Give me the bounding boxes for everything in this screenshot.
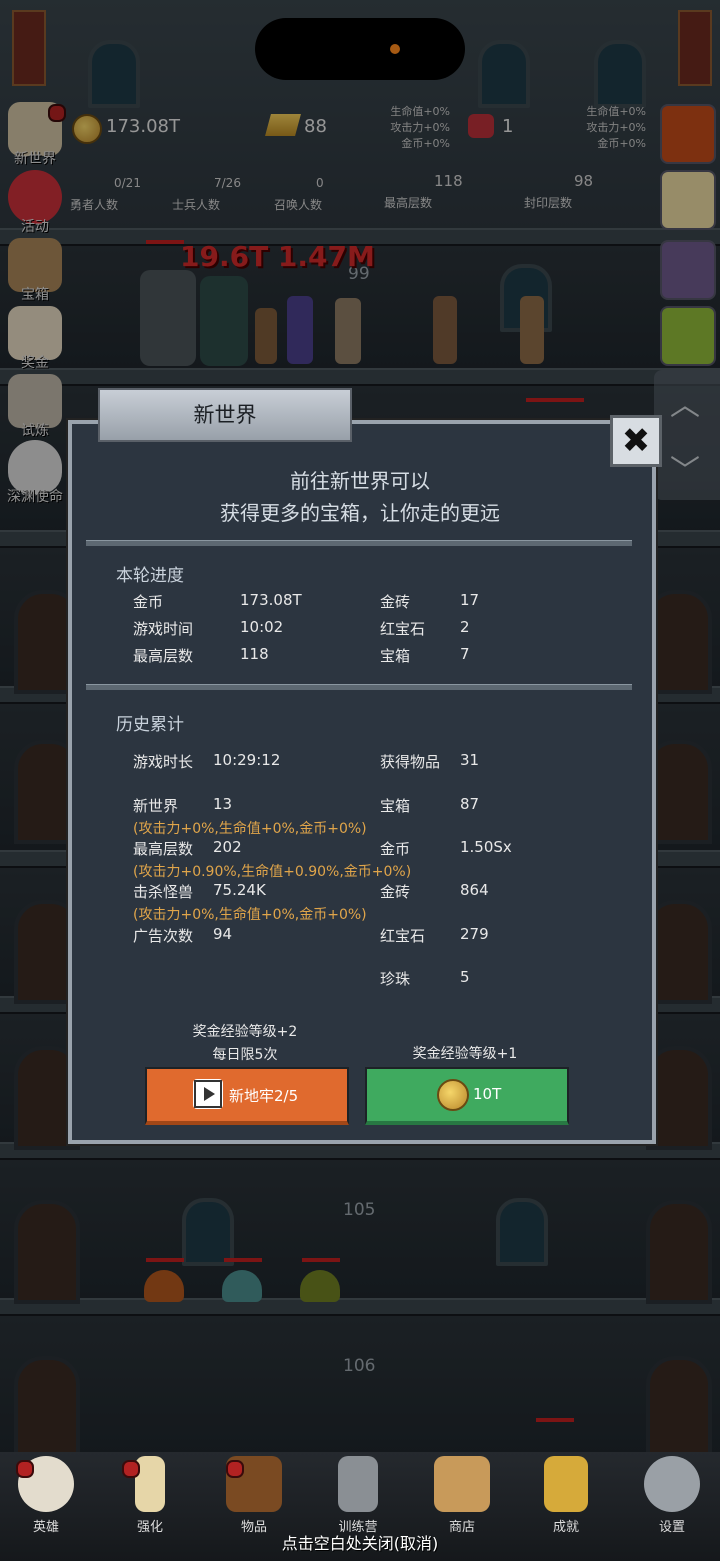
gear-icon [644, 1456, 700, 1512]
left-button-note-1: 奖金经验等级+2 [192, 1024, 298, 1040]
history-maxfloor-label: 最高层数 [133, 840, 194, 858]
beer-mug-icon [434, 1456, 490, 1512]
history-items-label: 获得物品 [380, 753, 441, 771]
current-chest-value: 7 [460, 645, 470, 663]
history-playtime-value: 10:29:12 [213, 751, 281, 769]
lantern-icon [338, 1456, 378, 1512]
history-pearl-value: 5 [460, 968, 470, 986]
current-gold-label: 金币 [133, 593, 164, 611]
new-dungeon-label: 新地牢2/5 [229, 1087, 299, 1105]
intro-line-2: 获得更多的宝箱，让你走的更远 [220, 501, 500, 525]
dialog-title: 新世界 [98, 388, 352, 442]
history-ads-value: 94 [213, 925, 233, 943]
current-floor-label: 最高层数 [133, 647, 194, 665]
history-chest-label: 宝箱 [380, 797, 411, 815]
history-brick-value: 864 [460, 881, 489, 899]
intro-line-1: 前往新世界可以 [290, 469, 430, 493]
notification-dot [16, 1460, 34, 1478]
close-button[interactable]: ✖ [610, 415, 662, 467]
history-brick-label: 金砖 [380, 883, 411, 901]
history-ruby-value: 279 [460, 925, 489, 943]
newworld-bonus: (攻击力+0%,生命值+0%,金币+0%) [133, 821, 367, 837]
current-brick-label: 金砖 [380, 593, 411, 611]
coin-reward-button[interactable]: 10T [365, 1067, 569, 1125]
new-dungeon-ad-button[interactable]: 新地牢2/5 [145, 1067, 349, 1125]
notification-dot [122, 1460, 140, 1478]
key-icon [544, 1456, 588, 1512]
history-gold-label: 金币 [380, 840, 411, 858]
nav-shop[interactable]: 商店 [422, 1456, 502, 1535]
current-floor-value: 118 [240, 645, 269, 663]
history-maxfloor-value: 202 [213, 838, 242, 856]
history-items-value: 31 [460, 751, 480, 769]
current-brick-value: 17 [460, 591, 480, 609]
video-icon [193, 1079, 223, 1109]
kills-bonus: (攻击力+0%,生命值+0%,金币+0%) [133, 907, 367, 923]
notification-dot [226, 1460, 244, 1478]
history-playtime-label: 游戏时长 [133, 753, 194, 771]
nav-training[interactable]: 训练营 [318, 1456, 398, 1535]
current-time-label: 游戏时间 [133, 620, 194, 638]
divider [86, 684, 632, 690]
history-gold-value: 1.50Sx [460, 838, 512, 856]
history-newworld-value: 13 [213, 795, 233, 813]
current-chest-label: 宝箱 [380, 647, 411, 665]
history-ads-label: 广告次数 [133, 927, 194, 945]
maxfloor-bonus: (攻击力+0.90%,生命值+0.90%,金币+0%) [133, 864, 412, 880]
left-button-note-2: 每日限5次 [212, 1047, 278, 1063]
tap-to-close-hint: 点击空白处关闭(取消) [281, 1534, 439, 1553]
history-chest-value: 87 [460, 795, 480, 813]
history-ruby-label: 红宝石 [380, 927, 426, 945]
history-kills-label: 击杀怪兽 [133, 883, 194, 901]
coin-icon [437, 1079, 469, 1111]
nav-achievements[interactable]: 成就 [526, 1456, 606, 1535]
history-newworld-label: 新世界 [133, 797, 179, 815]
current-ruby-value: 2 [460, 618, 470, 636]
current-gold-value: 173.08T [240, 591, 302, 609]
coin-reward-label: 10T [473, 1085, 502, 1103]
current-time-value: 10:02 [240, 618, 284, 636]
divider [86, 540, 632, 546]
history-pearl-label: 珍珠 [380, 970, 411, 988]
current-progress-heading: 本轮进度 [116, 566, 184, 586]
history-heading: 历史累计 [116, 715, 184, 735]
right-button-note: 奖金经验等级+1 [412, 1046, 518, 1062]
nav-settings[interactable]: 设置 [632, 1456, 712, 1535]
current-ruby-label: 红宝石 [380, 620, 426, 638]
history-kills-value: 75.24K [213, 881, 266, 899]
